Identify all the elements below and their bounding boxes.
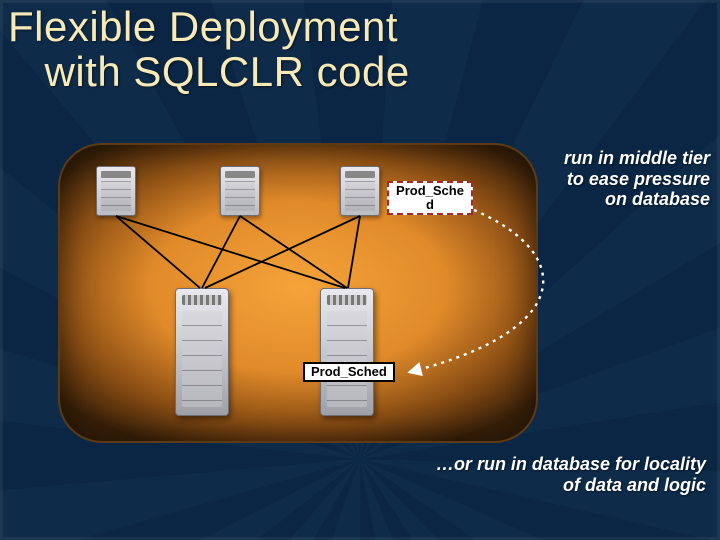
mini-server-1 (96, 166, 136, 216)
slide-title: Flexible Deployment with SQLCLR code (8, 4, 410, 95)
middle-tier-module-label: Prod_Sche d (387, 181, 473, 215)
annotation-middle-tier: run in middle tier to ease pressure on d… (540, 148, 710, 210)
tower-server-2 (320, 288, 374, 416)
db-tier-module-label: Prod_Sched (303, 362, 395, 382)
mini-server-3 (340, 166, 380, 216)
annotation-db-tier: …or run in database for locality of data… (426, 454, 706, 495)
mini-server-2 (220, 166, 260, 216)
tower-server-1 (175, 288, 229, 416)
